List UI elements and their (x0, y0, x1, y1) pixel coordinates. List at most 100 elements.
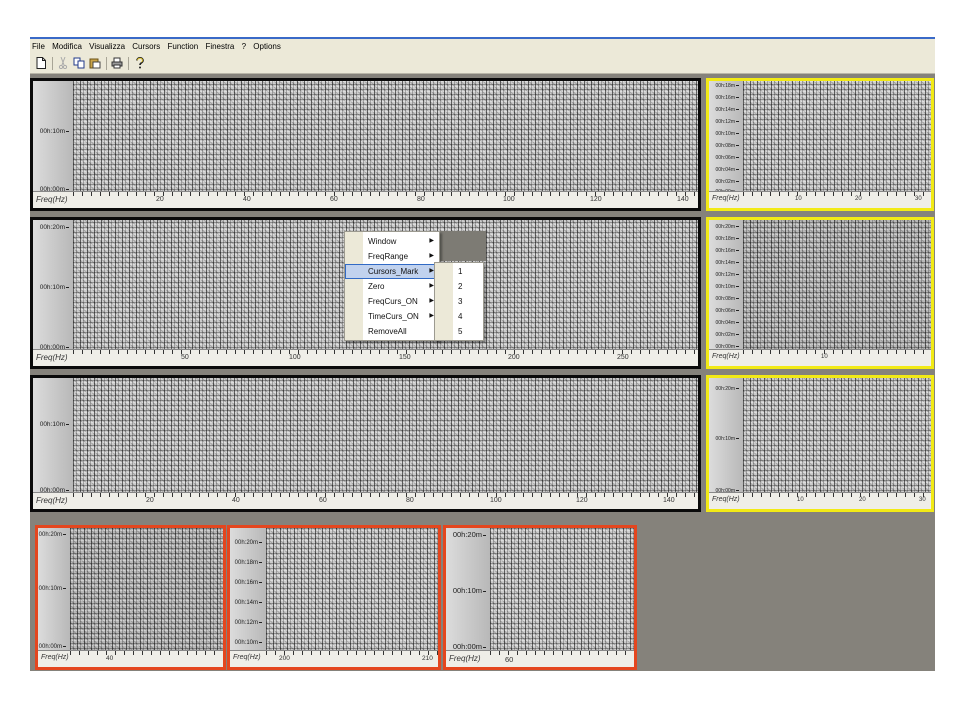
menu-cursors[interactable]: Cursors (131, 42, 161, 51)
time-label: 00h:18m (716, 236, 739, 242)
time-label: 00h:20m (716, 386, 739, 392)
time-label: 00h:06m (716, 308, 739, 314)
spectrogram-panel-zoom-2[interactable]: 00h:20m 00h:18m 00h:16m 00h:14m 00h:12m … (227, 525, 441, 670)
time-label: 00h:10m (453, 586, 486, 595)
time-axis: 00h:20m 00h:10m 00h:00m (38, 528, 70, 651)
freq-axis: Freq(Hz) 10 20 30 (709, 492, 931, 509)
spectrogram-image[interactable] (266, 528, 438, 651)
freq-axis: Freq(Hz) 50 100 150 200 250 (33, 349, 698, 366)
submenu-item-4[interactable]: 4 (435, 309, 483, 324)
menu-item-label: Window (368, 237, 397, 246)
freq-tick-label: 50 (181, 354, 189, 361)
menu-item-timecurs-on[interactable]: TimeCurs_ON ▶ (345, 309, 439, 324)
menu-item-label: Cursors_Mark (368, 267, 419, 276)
time-label: 00h:10m (40, 128, 69, 135)
freq-tick-label: 30 (915, 196, 922, 202)
menu-item-cursors-mark[interactable]: Cursors_Mark ▶ (345, 264, 439, 279)
freq-tick-label: 200 (508, 354, 520, 361)
spectrogram-panel-side-3[interactable]: 00h:20m 00h:10m 00h:00m Freq(Hz) 10 20 3… (706, 375, 934, 512)
new-doc-icon[interactable] (34, 57, 48, 70)
menu-modifica[interactable]: Modifica (51, 42, 83, 51)
time-label: 00h:10m (40, 284, 69, 291)
submenu-item-label: 1 (458, 267, 463, 276)
spectrogram-image[interactable] (743, 220, 931, 350)
copy-icon[interactable] (72, 57, 86, 70)
spectrogram-panel-side-2[interactable]: 00h:20m 00h:18m 00h:16m 00h:14m 00h:12m … (706, 217, 934, 369)
spectrogram-panel-side-1[interactable]: 00h:18m 00h:16m 00h:14m 00h:12m 00h:10m … (706, 78, 934, 211)
print-icon[interactable] (110, 57, 124, 70)
freq-axis-label: Freq(Hz) (712, 195, 740, 202)
time-axis: 00h:20m 00h:18m 00h:16m 00h:14m 00h:12m … (709, 220, 743, 350)
freq-axis: Freq(Hz) 200 210 (230, 650, 438, 667)
toolbar-separator (52, 57, 53, 70)
menu-file[interactable]: File (31, 42, 46, 51)
time-label: 00h:16m (716, 248, 739, 254)
time-label: 00h:04m (716, 167, 739, 173)
freq-axis: Freq(Hz) 10 (709, 349, 931, 366)
time-label: 00h:20m (453, 530, 486, 539)
time-label: 00h:14m (235, 600, 262, 606)
time-label: 00h:02m (716, 332, 739, 338)
submenu-item-5[interactable]: 5 (435, 324, 483, 339)
spectrogram-image[interactable] (70, 528, 223, 651)
menu-finestra[interactable]: Finestra (204, 42, 235, 51)
submenu-item-2[interactable]: 2 (435, 279, 483, 294)
freq-tick-label: 60 (319, 497, 327, 504)
spectrogram-panel-zoom-3[interactable]: 00h:20m 00h:10m 00h:00m Freq(Hz) 60 (443, 525, 637, 670)
time-label: 00h:08m (716, 143, 739, 149)
spectrogram-panel-3[interactable]: 00h:10m 00h:00m Freq(Hz) 20 40 60 80 100… (30, 375, 701, 512)
menubar: File Modifica Visualizza Cursors Functio… (30, 39, 935, 55)
freq-tick-label: 10 (797, 497, 804, 503)
help-icon[interactable] (133, 57, 147, 70)
spectrogram-image[interactable] (73, 378, 698, 493)
freq-tick-label: 60 (330, 196, 338, 203)
freq-axis: Freq(Hz) 20 40 60 80 100 120 140 (33, 492, 698, 509)
time-label: 00h:20m (235, 540, 262, 546)
submenu-item-3[interactable]: 3 (435, 294, 483, 309)
freq-tick-label: 140 (663, 497, 675, 504)
spectrogram-image[interactable] (73, 81, 698, 192)
freq-tick-label: 30 (919, 497, 926, 503)
freq-tick-label: 100 (503, 196, 515, 203)
freq-tick-label: 20 (156, 196, 164, 203)
time-label: 00h:12m (716, 119, 739, 125)
spectrogram-image[interactable] (490, 528, 634, 651)
submenu-arrow-icon: ▶ (429, 238, 434, 244)
freq-tick-label: 120 (576, 497, 588, 504)
cursors-mark-submenu: 1 2 3 4 5 (434, 262, 484, 341)
menu-visualizza[interactable]: Visualizza (88, 42, 126, 51)
time-axis: 00h:10m 00h:00m (33, 81, 73, 193)
menu-item-window[interactable]: Window ▶ (345, 234, 439, 249)
freq-tick-label: 80 (417, 196, 425, 203)
time-label: 00h:16m (235, 580, 262, 586)
cut-icon[interactable] (56, 56, 70, 70)
time-label: 00h:04m (716, 320, 739, 326)
freq-axis-label: Freq(Hz) (41, 654, 69, 661)
spectrogram-image[interactable] (743, 378, 931, 493)
menu-function[interactable]: Function (167, 42, 200, 51)
time-axis: 00h:10m 00h:00m (33, 378, 73, 494)
freq-tick-label: 20 (146, 497, 154, 504)
paste-icon[interactable] (88, 57, 102, 70)
menu-item-freqrange[interactable]: FreqRange ▶ (345, 249, 439, 264)
menu-item-zero[interactable]: Zero ▶ (345, 279, 439, 294)
time-label: 00h:06m (716, 155, 739, 161)
time-label: 00h:10m (40, 421, 69, 428)
time-label: 00h:20m (716, 224, 739, 230)
freq-tick-label: 250 (617, 354, 629, 361)
submenu-item-1[interactable]: 1 (435, 264, 483, 279)
menu-item-removeall[interactable]: RemoveAll (345, 324, 439, 339)
time-axis: 00h:18m 00h:16m 00h:14m 00h:12m 00h:10m … (709, 81, 743, 195)
time-label: 00h:10m (235, 640, 262, 646)
toolbar-separator (128, 57, 129, 70)
freq-tick-label: 140 (677, 196, 689, 203)
spectrogram-panel-zoom-1[interactable]: 00h:20m 00h:10m 00h:00m Freq(Hz) 40 (35, 525, 226, 670)
spectrogram-image[interactable] (743, 81, 931, 192)
menu-options[interactable]: Options (252, 42, 282, 51)
spectrogram-panel-1[interactable]: 00h:10m 00h:00m Freq(Hz) 20 40 60 80 100… (30, 78, 701, 211)
menu-item-freqcurs-on[interactable]: FreqCurs_ON ▶ (345, 294, 439, 309)
time-label: 00h:12m (716, 272, 739, 278)
menu-help[interactable]: ? (241, 42, 247, 51)
freq-axis-label: Freq(Hz) (449, 654, 481, 663)
time-label: 00h:02m (716, 179, 739, 185)
